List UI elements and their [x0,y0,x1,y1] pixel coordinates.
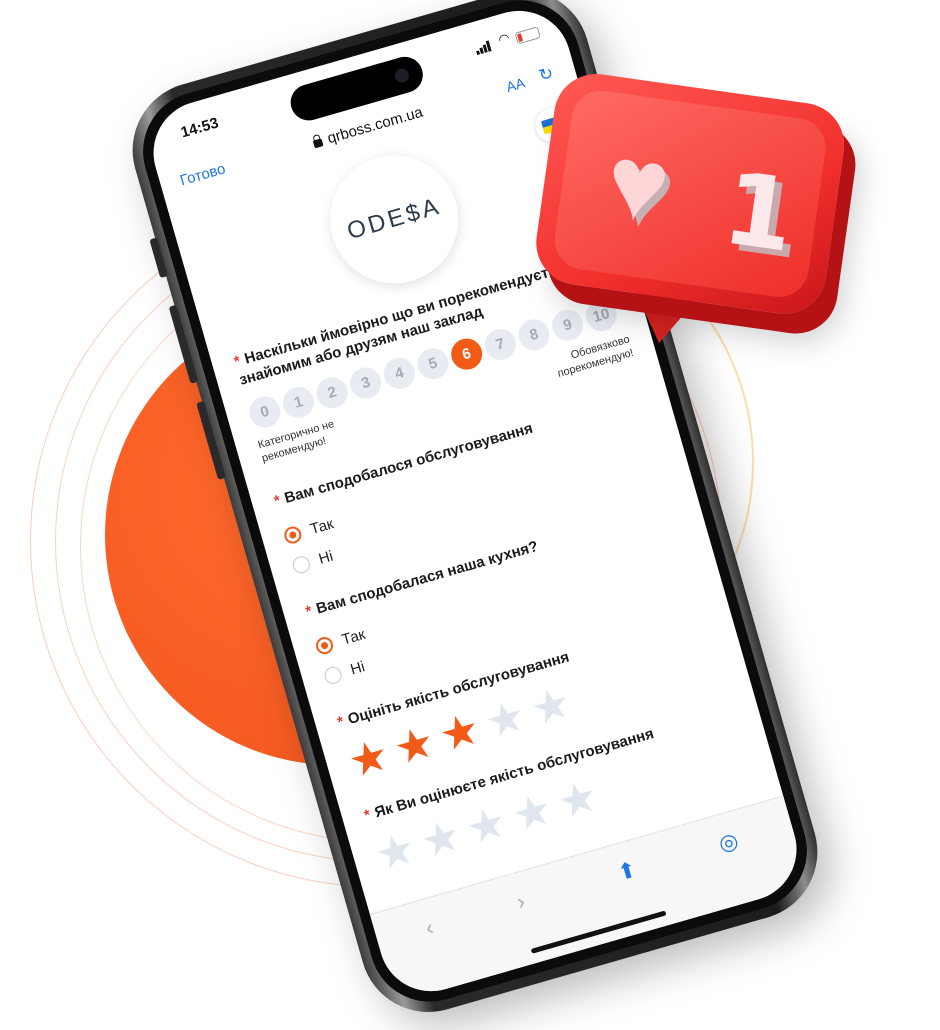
star-icon[interactable]: ★ [552,771,603,829]
star-icon[interactable]: ★ [415,810,466,868]
nps-option-2[interactable]: 2 [312,373,352,412]
radio-label: Ні [348,658,367,679]
nps-option-4[interactable]: 4 [380,354,419,393]
radio-label: Так [339,625,368,649]
cellular-signal-icon [476,40,492,56]
bubble-body: ♥ 1 [530,68,850,320]
radio-button[interactable] [282,524,304,546]
phone-side-button [149,237,169,279]
reload-icon[interactable]: ↻ [537,63,556,86]
like-notification-badge: ♥ 1 [519,68,858,408]
compass-icon[interactable]: ◎ [716,827,742,857]
nps-option-3[interactable]: 3 [346,363,385,403]
camera-icon [393,67,411,85]
star-icon[interactable]: ★ [480,691,531,749]
radio-button[interactable] [290,554,312,576]
required-mark: * [362,806,373,825]
nps-option-7[interactable]: 7 [481,325,520,364]
nps-option-0[interactable]: 0 [245,392,284,432]
radio-label: Так [308,515,336,539]
text-size-button[interactable]: AA [504,74,526,95]
star-icon[interactable]: ★ [389,717,440,775]
nps-option-6[interactable]: 6 [447,334,486,374]
star-icon[interactable]: ★ [461,797,512,855]
done-button[interactable]: Готово [178,160,227,189]
radio-button[interactable] [314,635,336,657]
star-icon[interactable]: ★ [343,730,394,788]
battery-icon [514,26,541,45]
required-mark: * [232,352,243,371]
nps-option-5[interactable]: 5 [413,344,453,383]
nps-option-1[interactable]: 1 [279,383,318,422]
star-icon[interactable]: ★ [525,677,576,735]
wifi-icon: ◠ [496,29,512,48]
radio-button[interactable] [322,664,344,686]
star-icon[interactable]: ★ [370,823,421,881]
chevron-left-icon[interactable]: ‹ [423,915,437,942]
logo-text: ODE$A [344,192,445,246]
share-icon[interactable]: ⬆ [615,856,640,886]
lock-icon [312,138,324,149]
required-mark: * [272,492,283,510]
required-mark: * [335,713,346,732]
restaurant-logo: ODE$A [315,140,474,299]
star-icon[interactable]: ★ [434,704,485,762]
star-icon[interactable]: ★ [507,784,558,842]
status-time: 14:53 [178,114,221,142]
radio-label: Ні [316,547,336,568]
required-mark: * [303,602,315,621]
chevron-right-icon[interactable]: › [514,888,528,915]
